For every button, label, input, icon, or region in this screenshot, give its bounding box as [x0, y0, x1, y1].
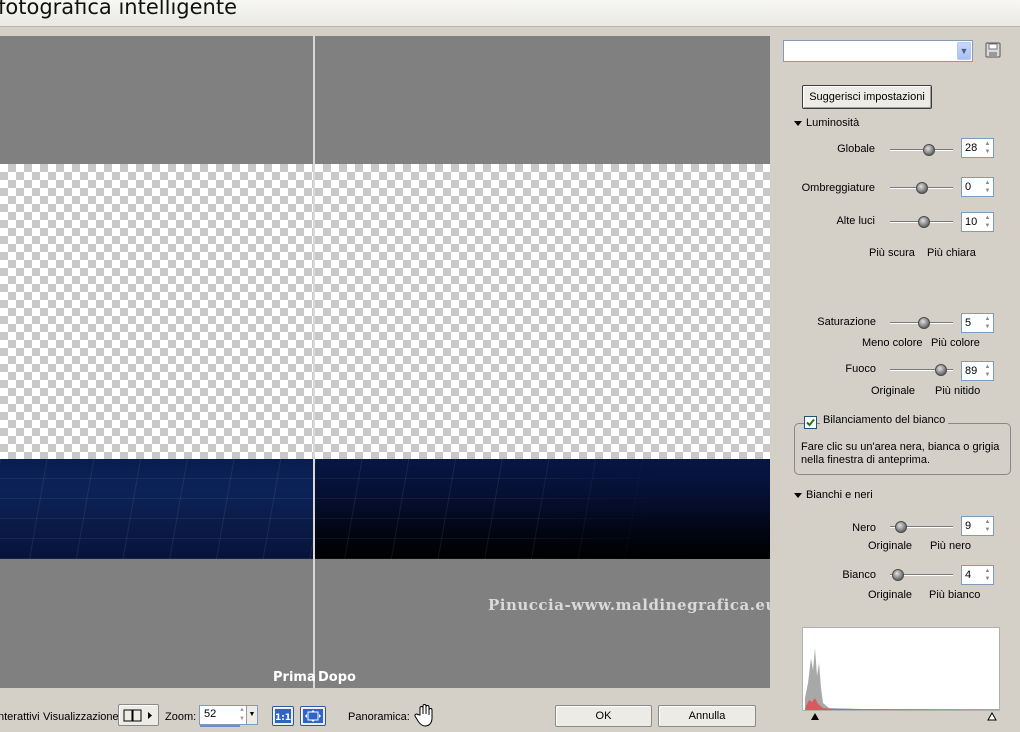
highlights-slider[interactable]: [890, 216, 953, 228]
sharper-label: Più nitido: [935, 385, 981, 397]
white-slider[interactable]: [890, 569, 953, 581]
black-point-marker-icon[interactable]: [810, 712, 820, 721]
black-input[interactable]: 9 ▲ ▼: [961, 516, 994, 536]
after-preview[interactable]: [315, 36, 770, 688]
black-label: Nero: [852, 522, 876, 534]
view-label: Visualizzazione:: [43, 711, 122, 723]
preview-area[interactable]: Pinuccia-www.maldinegrafica.eu Prima Dop…: [0, 36, 770, 688]
zoom-dropdown-arrow[interactable]: ▼: [246, 706, 257, 724]
before-preview[interactable]: [0, 36, 313, 688]
actual-size-button[interactable]: 1:1: [272, 706, 294, 726]
blacks-whites-title: Bianchi e neri: [806, 489, 873, 501]
interactive-label: nterattivi: [0, 711, 40, 723]
highlights-label: Alte luci: [836, 215, 875, 227]
shadows-input[interactable]: 0 ▲ ▼: [961, 177, 994, 197]
view-mode-button[interactable]: [118, 704, 159, 726]
collapse-triangle-icon: [794, 492, 802, 498]
preset-select[interactable]: ▼: [783, 40, 973, 62]
transparency-checkerboard: [315, 164, 770, 459]
focus-slider[interactable]: [890, 364, 953, 376]
window-title: fotografica intelligente: [0, 0, 237, 19]
white-point-marker-icon[interactable]: [987, 712, 997, 721]
global-slider[interactable]: [890, 144, 953, 156]
hand-pan-icon[interactable]: [414, 703, 436, 727]
zoom-slider[interactable]: [200, 725, 240, 727]
white-balance-label[interactable]: Bilanciamento del bianco: [820, 414, 949, 426]
suggest-settings-button[interactable]: Suggerisci impostazioni: [802, 85, 932, 109]
zoom-label: Zoom:: [165, 711, 197, 723]
watermark: Pinuccia-www.maldinegrafica.eu: [488, 596, 770, 614]
more-black-label: Più nero: [930, 540, 971, 552]
ok-button[interactable]: OK: [555, 705, 652, 727]
collapse-triangle-icon: [794, 120, 802, 126]
split-divider: [313, 36, 315, 688]
focus-input[interactable]: 89 ▲ ▼: [961, 361, 994, 381]
white-balance-description: Fare clic su un'area nera, bianca o grig…: [801, 441, 1000, 466]
global-input[interactable]: 28 ▲ ▼: [961, 138, 994, 158]
focus-label: Fuoco: [845, 363, 876, 375]
histogram: [802, 627, 1000, 711]
more-color-label: Più colore: [931, 337, 980, 349]
black-slider[interactable]: [890, 521, 953, 533]
zoom-input[interactable]: 52 ▲ ▼ ▼: [199, 705, 258, 727]
less-color-label: Meno colore: [862, 337, 923, 349]
before-label: Prima: [273, 670, 316, 685]
white-balance-checkbox[interactable]: [804, 416, 817, 429]
transparency-checkerboard: [0, 164, 313, 459]
bottom-toolbar: nterattivi Visualizzazione: Zoom: 52 ▲ ▼ …: [0, 700, 780, 732]
title-bar: fotografica intelligente: [0, 0, 1020, 27]
pan-label: Panoramica:: [348, 711, 410, 723]
focus-original-label: Originale: [871, 385, 916, 397]
fit-window-button[interactable]: [300, 706, 326, 726]
white-label: Bianco: [842, 569, 876, 581]
shadows-slider[interactable]: [890, 182, 953, 194]
more-white-label: Più bianco: [929, 589, 981, 601]
global-label: Globale: [837, 143, 875, 155]
floor-image: [0, 459, 313, 559]
fit-window-icon: [303, 709, 323, 723]
actual-size-label: 1:1: [275, 713, 291, 723]
white-original-label: Originale: [868, 589, 913, 601]
cancel-button[interactable]: Annulla: [658, 705, 756, 727]
after-label: Dopo: [318, 670, 356, 685]
shadows-label: Ombreggiature: [801, 182, 875, 194]
saturation-label: Saturazione: [817, 316, 876, 328]
one-to-one-icon: 1:1: [275, 709, 291, 723]
save-icon[interactable]: [985, 42, 1001, 58]
histogram-luminance: [805, 648, 999, 710]
lighter-label: Più chiara: [927, 247, 976, 259]
white-input[interactable]: 4 ▲ ▼: [961, 565, 994, 585]
zoom-value: 52: [204, 708, 217, 720]
histogram-graph: [805, 648, 999, 710]
darker-label: Più scura: [869, 247, 915, 259]
split-view-icon: [123, 709, 152, 722]
checkmark-icon: [806, 418, 815, 427]
black-original-label: Originale: [868, 540, 913, 552]
brightness-section-header[interactable]: Luminosità: [794, 117, 859, 129]
chevron-down-icon[interactable]: ▼: [957, 42, 971, 60]
saturation-input[interactable]: 5 ▲ ▼: [961, 313, 994, 333]
highlights-input[interactable]: 10 ▲ ▼: [961, 212, 994, 232]
saturation-slider[interactable]: [890, 317, 953, 329]
floor-image: [315, 459, 770, 559]
blacks-whites-section-header[interactable]: Bianchi e neri: [794, 489, 873, 501]
settings-panel: ▼ Suggerisci impostazioni Luminosità Glo…: [780, 36, 1020, 732]
brightness-title: Luminosità: [806, 117, 860, 129]
